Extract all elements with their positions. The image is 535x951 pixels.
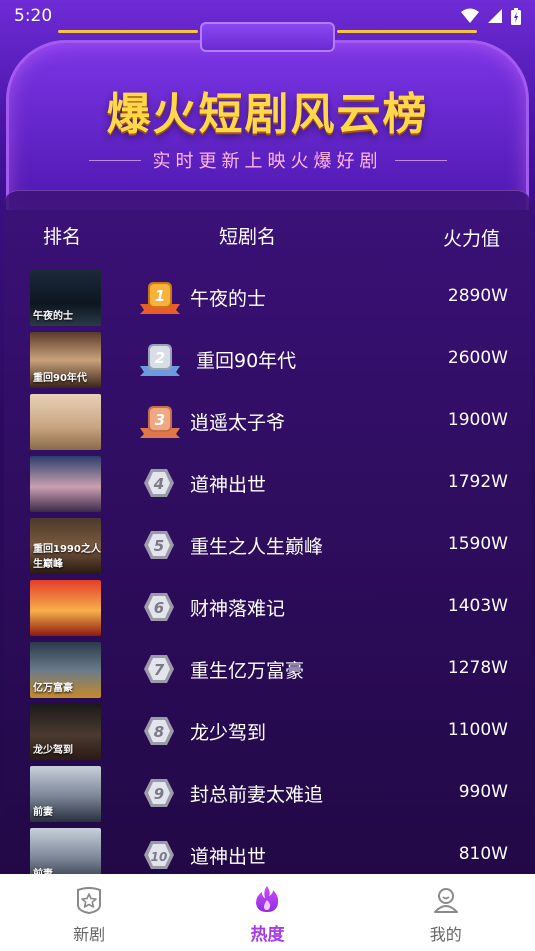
signal-icon <box>488 9 502 23</box>
divider <box>394 159 447 161</box>
banner-subtitle-row: 实时更新上映火爆好剧 <box>0 146 535 174</box>
ranking-row[interactable]: 亿万富豪 7 重生亿万富豪 1278W <box>0 640 535 700</box>
wifi-icon <box>461 8 479 23</box>
rank-number: 7 <box>154 661 165 679</box>
heat-value: 1403W <box>447 596 508 616</box>
poster-caption: 前妻 <box>33 807 53 818</box>
heat-value: 1900W <box>447 410 508 430</box>
heat-value: 1100W <box>447 720 508 740</box>
drama-name[interactable]: 龙少驾到 <box>190 718 266 745</box>
drama-name[interactable]: 重回90年代 <box>196 346 296 373</box>
banner-title: 爆火短剧风云榜 <box>106 89 429 140</box>
poster-caption: 午夜的士 <box>33 311 73 322</box>
rank-badge-icon: 6 <box>144 593 174 621</box>
rank-badge-icon: 5 <box>144 531 174 559</box>
header-rank: 排名 <box>43 226 82 248</box>
drama-poster[interactable] <box>30 456 101 512</box>
drama-poster[interactable] <box>30 394 101 450</box>
silver-medal-icon: 2 <box>140 344 180 376</box>
drama-name[interactable]: 午夜的士 <box>190 284 266 311</box>
rank-badge-icon: 4 <box>144 469 174 497</box>
header-heat: 火力值 <box>443 228 501 250</box>
app-screen: 爆火短剧风云榜 实时更新上映火爆好剧 5:20 排名 短剧名 火力值 午夜的士 1… <box>0 0 535 951</box>
drama-poster[interactable]: 重回1990之人生巅峰 <box>30 518 101 574</box>
rank-number: 2 <box>155 349 165 367</box>
heat-value: 1792W <box>447 472 508 492</box>
banner-subtitle: 实时更新上映火爆好剧 <box>152 151 383 172</box>
heat-value: 1278W <box>447 658 508 678</box>
drama-name[interactable]: 道神出世 <box>190 470 266 497</box>
rank-badge-icon: 7 <box>144 655 174 683</box>
rank-badge-icon: 9 <box>144 779 174 807</box>
table-header: 排名 短剧名 火力值 <box>0 222 535 250</box>
status-time: 5:20 <box>14 6 53 26</box>
header-name: 短剧名 <box>219 226 277 248</box>
heat-value: 2600W <box>447 348 508 368</box>
heat-value: 2890W <box>447 286 508 306</box>
rank-number: 6 <box>154 599 164 617</box>
ranking-row[interactable]: 前妻 9 封总前妻太难追 990W <box>0 764 535 824</box>
poster-caption: 重回1990之人生巅峰 <box>33 544 101 570</box>
drama-poster[interactable]: 午夜的士 <box>30 270 101 326</box>
drama-poster[interactable]: 亿万富豪 <box>30 642 101 698</box>
poster-caption: 龙少驾到 <box>33 745 73 756</box>
ranking-row[interactable]: 6 财神落难记 1403W <box>0 578 535 638</box>
ranking-row[interactable]: 重回90年代 2 重回90年代 2600W <box>0 330 535 390</box>
rank-number: 4 <box>153 475 164 493</box>
rank-number: 5 <box>154 537 164 555</box>
divider <box>88 159 141 161</box>
rank-badge-icon: 10 <box>144 841 174 869</box>
ranking-row[interactable]: 午夜的士 1 午夜的士 2890W <box>0 268 535 328</box>
drama-poster[interactable]: 前妻 <box>30 766 101 822</box>
bronze-medal-icon: 3 <box>140 406 180 438</box>
nav-label: 新剧 <box>73 924 106 944</box>
ranking-row[interactable]: 重回1990之人生巅峰 5 重生之人生巅峰 1590W <box>0 516 535 576</box>
ranking-row[interactable]: 龙少驾到 8 龙少驾到 1100W <box>0 702 535 762</box>
drama-poster[interactable] <box>30 580 101 636</box>
poster-caption: 重回90年代 <box>33 373 87 384</box>
ranking-row[interactable]: 4 道神出世 1792W <box>0 454 535 514</box>
rank-number: 3 <box>155 411 165 429</box>
status-bar: 5:20 <box>0 0 535 32</box>
user-icon <box>433 887 458 913</box>
battery-icon <box>511 7 521 25</box>
rank-number: 10 <box>151 850 168 864</box>
rank-number: 9 <box>154 785 164 803</box>
rank-number: 8 <box>154 723 164 741</box>
nav-label: 热度 <box>250 925 285 945</box>
status-icons <box>461 7 521 25</box>
heat-value: 990W <box>458 782 508 802</box>
ranking-row[interactable]: 3 逍遥太子爷 1900W <box>0 392 535 452</box>
star-shield-icon <box>77 886 102 914</box>
nav-mine[interactable]: 我的 <box>376 881 516 945</box>
drama-name[interactable]: 重生亿万富豪 <box>190 656 304 683</box>
rank-badge-icon: 8 <box>144 717 174 745</box>
drama-name[interactable]: 财神落难记 <box>190 594 285 621</box>
drama-poster[interactable]: 龙少驾到 <box>30 704 101 760</box>
nav-new-dramas[interactable]: 新剧 <box>19 881 159 945</box>
heat-value: 1590W <box>447 534 508 554</box>
rank-number: 1 <box>155 287 165 305</box>
drama-name[interactable]: 道神出世 <box>190 842 266 869</box>
drama-name[interactable]: 重生之人生巅峰 <box>190 532 323 559</box>
nav-hot[interactable]: 热度 <box>197 880 337 945</box>
nav-label: 我的 <box>429 924 462 944</box>
bottom-nav: 新剧 热度 我的 <box>0 874 535 951</box>
gold-medal-icon: 1 <box>140 282 180 314</box>
flame-icon <box>256 886 279 912</box>
poster-caption: 亿万富豪 <box>33 683 73 694</box>
drama-name[interactable]: 逍遥太子爷 <box>190 408 285 435</box>
drama-name[interactable]: 封总前妻太难追 <box>190 780 323 807</box>
heat-value: 810W <box>458 844 508 864</box>
drama-poster[interactable]: 重回90年代 <box>30 332 101 388</box>
